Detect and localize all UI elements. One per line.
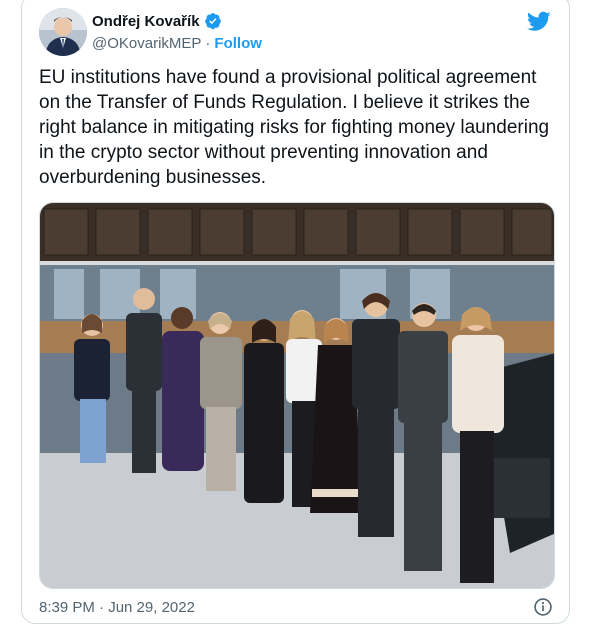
info-icon[interactable] (533, 597, 553, 617)
avatar[interactable] (39, 8, 87, 56)
verified-badge-icon (204, 13, 221, 30)
tweet-timestamp[interactable]: 8:39 PM · Jun 29, 2022 (39, 599, 195, 616)
follow-button[interactable]: Follow (214, 35, 262, 52)
twitter-bird-icon[interactable] (527, 9, 551, 33)
tweet-card[interactable]: Ondřej Kovařík @OKovarikMEP · Follow EU … (21, 0, 570, 624)
author-handle[interactable]: @OKovarikMEP (92, 35, 201, 52)
tweet-text: EU institutions have found a provisional… (39, 67, 550, 188)
author-name[interactable]: Ondřej Kovařík (92, 13, 200, 30)
tweet-photo[interactable] (39, 202, 555, 589)
group-photo-image (40, 203, 554, 588)
avatar-image (39, 8, 87, 56)
separator-dot: · (205, 35, 211, 52)
